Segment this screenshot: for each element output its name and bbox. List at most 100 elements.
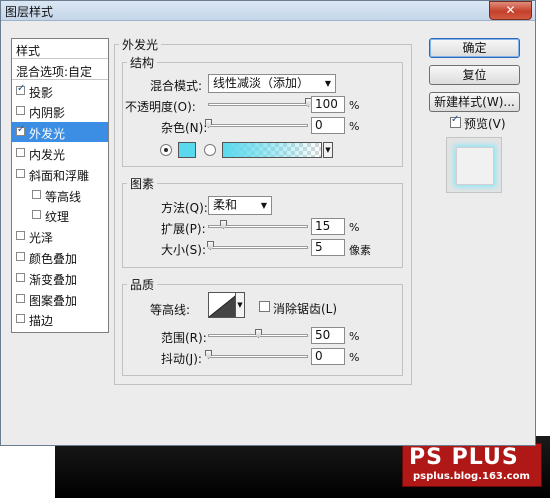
- preview-checkbox[interactable]: [450, 114, 461, 128]
- chevron-down-icon: ▼: [237, 301, 243, 309]
- drop-shadow-checkbox[interactable]: [16, 83, 25, 95]
- preview-label: 预览(V): [464, 117, 506, 131]
- range-unit: %: [349, 330, 360, 343]
- style-item-pattern-overlay[interactable]: 图案叠加: [12, 289, 108, 309]
- inner-shadow-checkbox[interactable]: [16, 106, 25, 115]
- noise-slider[interactable]: [208, 124, 308, 127]
- style-item-label: 图案叠加: [29, 294, 78, 308]
- new-style-button[interactable]: 新建样式(W)...: [429, 92, 520, 112]
- color-overlay-checkbox[interactable]: [16, 252, 25, 261]
- style-item-color-overlay[interactable]: 颜色叠加: [12, 247, 108, 267]
- close-icon: ✕: [505, 3, 516, 17]
- jitter-slider[interactable]: [208, 355, 308, 358]
- style-item-label: 纹理: [45, 210, 70, 224]
- style-item-contour[interactable]: 等高线: [12, 185, 108, 205]
- technique-label: 方法(Q):: [161, 201, 208, 215]
- chevron-down-icon: ▼: [324, 79, 331, 88]
- style-item-label: 斜面和浮雕: [29, 169, 90, 183]
- outer-glow-checkbox[interactable]: [16, 124, 25, 136]
- opacity-label: 不透明度(O):: [125, 100, 196, 114]
- anti-alias-checkbox[interactable]: [259, 301, 270, 312]
- blend-mode-value: 线性减淡（添加）: [213, 76, 310, 90]
- technique-value: 柔和: [213, 198, 238, 212]
- gradient-picker-button[interactable]: ▼: [323, 142, 333, 158]
- jitter-label: 抖动(J):: [161, 352, 202, 366]
- style-item-label: 等高线: [45, 190, 82, 204]
- style-list-header[interactable]: 样式: [12, 39, 108, 59]
- watermark-site: psplus.blog.163.com: [413, 471, 530, 482]
- glow-color-swatch[interactable]: [178, 142, 196, 158]
- noise-label: 杂色(N):: [161, 121, 208, 135]
- size-unit: 像素: [349, 244, 371, 257]
- pattern-overlay-checkbox[interactable]: [16, 294, 25, 303]
- size-label: 大小(S):: [161, 243, 207, 257]
- title-bar[interactable]: 图层样式 ✕: [1, 1, 535, 21]
- spread-unit: %: [349, 221, 360, 234]
- reset-button[interactable]: 复位: [429, 65, 520, 85]
- style-item-inner-shadow[interactable]: 内阴影: [12, 101, 108, 121]
- contour-label: 等高线:: [150, 303, 191, 317]
- range-label: 范围(R):: [161, 331, 207, 345]
- style-list: 样式 混合选项:自定 投影 内阴影 外发光 内发光 斜面和浮雕 等高线: [11, 38, 109, 333]
- contour-picker-button[interactable]: ▼: [235, 292, 245, 318]
- style-item-label: 光泽: [29, 231, 54, 245]
- style-item-texture[interactable]: 纹理: [12, 205, 108, 225]
- range-input[interactable]: 50: [311, 327, 345, 344]
- inner-glow-checkbox[interactable]: [16, 148, 25, 157]
- noise-input[interactable]: 0: [311, 117, 345, 134]
- contour-checkbox[interactable]: [32, 190, 41, 199]
- style-item-label: 内阴影: [29, 106, 66, 120]
- glow-gradient-swatch[interactable]: [222, 142, 322, 158]
- style-item-label: 描边: [29, 314, 54, 328]
- style-list-header-label: 样式: [16, 44, 41, 58]
- jitter-unit: %: [349, 351, 360, 364]
- style-item-inner-glow[interactable]: 内发光: [12, 143, 108, 163]
- window-title: 图层样式: [5, 5, 54, 19]
- chevron-down-icon: ▼: [325, 146, 331, 154]
- style-item-bevel-emboss[interactable]: 斜面和浮雕: [12, 164, 108, 184]
- style-item-outer-glow[interactable]: 外发光: [12, 122, 108, 142]
- texture-checkbox[interactable]: [32, 210, 41, 219]
- style-item-stroke[interactable]: 描边: [12, 309, 108, 329]
- ok-button[interactable]: 确定: [429, 38, 520, 58]
- preview-glow-square: [456, 147, 494, 185]
- style-item-gradient-overlay[interactable]: 渐变叠加: [12, 268, 108, 288]
- anti-alias-label: 消除锯齿(L): [273, 302, 338, 316]
- style-item-label: 颜色叠加: [29, 252, 78, 266]
- quality-title: 品质: [127, 276, 158, 293]
- blend-options-item[interactable]: 混合选项:自定: [12, 60, 108, 80]
- structure-title: 结构: [127, 54, 158, 71]
- blend-mode-select[interactable]: 线性减淡（添加） ▼: [208, 74, 336, 93]
- solid-color-radio[interactable]: [160, 144, 172, 156]
- close-button[interactable]: ✕: [489, 1, 532, 20]
- spread-input[interactable]: 15: [311, 218, 345, 235]
- blend-mode-label: 混合模式:: [150, 79, 203, 93]
- panel-title: 外发光: [119, 36, 162, 53]
- gradient-overlay-checkbox[interactable]: [16, 273, 25, 282]
- chevron-down-icon: ▼: [260, 201, 267, 210]
- watermark-logo: PS PLUS psplus.blog.163.com: [402, 443, 542, 487]
- technique-select[interactable]: 柔和 ▼: [208, 196, 272, 215]
- gradient-radio[interactable]: [204, 144, 216, 156]
- opacity-slider[interactable]: [208, 103, 308, 106]
- size-input[interactable]: 5: [311, 239, 345, 256]
- layer-style-dialog: 图层样式 ✕ 样式 混合选项:自定 投影 内阴影 外发光 内发光 斜面和浮雕: [0, 0, 536, 446]
- style-item-label: 投影: [29, 86, 54, 100]
- stroke-checkbox[interactable]: [16, 314, 25, 323]
- style-preview-thumbnail: [446, 137, 502, 193]
- opacity-unit: %: [349, 99, 360, 112]
- opacity-input[interactable]: 100: [311, 96, 345, 113]
- elements-title: 图素: [127, 175, 158, 192]
- bevel-emboss-checkbox[interactable]: [16, 169, 25, 178]
- noise-unit: %: [349, 120, 360, 133]
- style-item-label: 内发光: [29, 148, 66, 162]
- size-slider[interactable]: [208, 246, 308, 249]
- style-item-label: 外发光: [29, 127, 66, 141]
- watermark-brand: PS PLUS: [409, 445, 519, 470]
- satin-checkbox[interactable]: [16, 231, 25, 240]
- blend-options-label: 混合选项:自定: [16, 65, 93, 79]
- jitter-input[interactable]: 0: [311, 348, 345, 365]
- style-item-label: 渐变叠加: [29, 273, 78, 287]
- style-item-satin[interactable]: 光泽: [12, 226, 108, 246]
- style-item-drop-shadow[interactable]: 投影: [12, 81, 108, 101]
